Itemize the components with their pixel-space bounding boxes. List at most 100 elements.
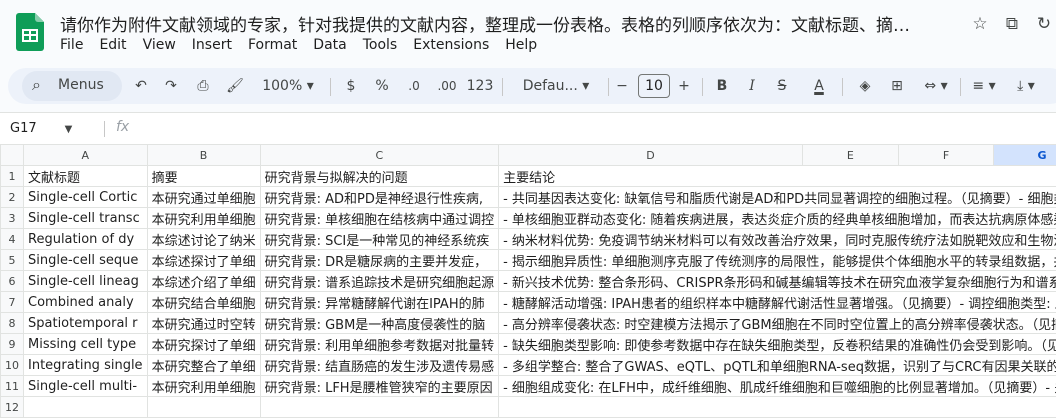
move-folder-icon[interactable]: ⧉ xyxy=(1002,14,1022,34)
grid-cell[interactable]: 本研究通过单细胞 xyxy=(147,187,260,208)
grid-cell[interactable]: 本综述讨论了纳米 xyxy=(147,229,260,250)
grid-cell[interactable]: 本综述介绍了单细 xyxy=(147,271,260,292)
row-header[interactable]: 11 xyxy=(1,376,24,397)
select-all-corner[interactable] xyxy=(1,145,24,166)
formula-input[interactable] xyxy=(140,113,1040,144)
menu-help[interactable]: Help xyxy=(497,37,545,53)
grid-cell[interactable]: 本研究利用单细胞 xyxy=(147,208,260,229)
star-icon[interactable]: ☆ xyxy=(970,14,990,34)
zoom-select[interactable]: 100% ▾ xyxy=(258,68,318,104)
grid-cell[interactable]: - 缺失细胞类型影响: 即使参考数据中存在缺失细胞类型，反卷积结果的准确性仍会受… xyxy=(499,334,1056,355)
grid-cell[interactable] xyxy=(24,397,148,418)
grid-cell[interactable]: 本研究通过时空转 xyxy=(147,313,260,334)
row-header[interactable]: 12 xyxy=(1,397,24,418)
column-header-f[interactable]: F xyxy=(898,145,994,166)
grid-cell[interactable]: Single-cell Cortic xyxy=(24,187,148,208)
row-header[interactable]: 6 xyxy=(1,271,24,292)
column-header-a[interactable]: A xyxy=(24,145,148,166)
paint-format-icon[interactable]: 🖌 xyxy=(224,68,246,104)
grid-cell[interactable]: Missing cell type xyxy=(24,334,148,355)
grid-cell[interactable]: 研究背景: AD和PD是神经退行性疾病, xyxy=(260,187,499,208)
menu-data[interactable]: Data xyxy=(305,37,354,53)
grid-cell[interactable]: - 多组学整合: 整合了GWAS、eQTL、pQTL和单细胞RNA-seq数据，… xyxy=(499,355,1056,376)
grid-cell[interactable]: 主要结论 xyxy=(499,166,1056,187)
grid-cell[interactable]: - 单核细胞亚群动态变化: 随着疾病进展，表达炎症介质的经典单核细胞增加，而表达… xyxy=(499,208,1056,229)
grid-cell[interactable]: - 细胞组成变化: 在LFH中，成纤维细胞、肌成纤维细胞和巨噬细胞的比例显著增加… xyxy=(499,376,1056,397)
row-header[interactable]: 1 xyxy=(1,166,24,187)
increase-decimal-button[interactable]: .00 xyxy=(432,68,462,104)
menu-file[interactable]: File xyxy=(52,37,91,53)
grid-cell[interactable]: - 共同基因表达变化: 缺氧信号和脂质代谢是AD和PD共同显著调控的细胞过程。（… xyxy=(499,187,1056,208)
grid-cell[interactable]: - 糖酵解活动增强: IPAH患者的组织样本中糖酵解代谢活性显著增强。（见摘要）… xyxy=(499,292,1056,313)
column-header-c[interactable]: C xyxy=(260,145,499,166)
grid-cell[interactable]: 本研究探讨了单细 xyxy=(147,334,260,355)
sync-status-icon[interactable]: ↻ xyxy=(1034,14,1054,34)
menu-view[interactable]: View xyxy=(135,37,184,53)
grid-cell[interactable]: - 高分辨率侵袭状态: 时空建模方法揭示了GBM细胞在不同时空位置上的高分辨率侵… xyxy=(499,313,1056,334)
borders-icon[interactable]: ⊞ xyxy=(886,68,908,104)
grid-cell[interactable] xyxy=(147,397,260,418)
merge-cells-icon[interactable]: ⇔ ▾ xyxy=(918,68,954,104)
grid-cell[interactable]: Single-cell multi- xyxy=(24,376,148,397)
font-size-increase-button[interactable]: + xyxy=(676,68,692,104)
strikethrough-icon[interactable]: S xyxy=(772,68,792,104)
redo-icon[interactable]: ↷ xyxy=(160,68,182,104)
grid-cell[interactable]: Integrating single xyxy=(24,355,148,376)
font-select[interactable]: Defau... ▾ xyxy=(514,68,598,104)
undo-icon[interactable]: ↶ xyxy=(130,68,152,104)
font-size-decrease-button[interactable]: − xyxy=(614,68,630,104)
grid-cell[interactable]: 研究背景: 结直肠癌的发生涉及遗传易感 xyxy=(260,355,499,376)
grid-cell[interactable]: 摘要 xyxy=(147,166,260,187)
grid-cell[interactable]: 研究背景: 单核细胞在结核病中通过调控 xyxy=(260,208,499,229)
grid-cell[interactable]: Single-cell transc xyxy=(24,208,148,229)
grid-cell[interactable]: 本研究结合单细胞 xyxy=(147,292,260,313)
font-size-input[interactable]: 10 xyxy=(638,74,670,98)
search-menus-button[interactable]: ⌕ Menus xyxy=(22,71,122,101)
print-icon[interactable]: ⎙ xyxy=(192,68,214,104)
menu-extensions[interactable]: Extensions xyxy=(405,37,497,53)
fill-color-icon[interactable]: ◈ xyxy=(854,68,876,104)
name-box[interactable]: G17▼ xyxy=(10,121,72,136)
column-header-b[interactable]: B xyxy=(147,145,260,166)
grid-cell[interactable]: 研究背景: GBM是一种高度侵袭性的脑 xyxy=(260,313,499,334)
grid-cell[interactable]: - 纳米材料优势: 免疫调节纳米材料可以有效改善治疗效果，同时克服传统疗法如脱靶… xyxy=(499,229,1056,250)
bold-button[interactable]: B xyxy=(712,68,732,104)
grid-cell[interactable]: 本综述探讨了单细 xyxy=(147,250,260,271)
row-header[interactable]: 9 xyxy=(1,334,24,355)
grid-cell[interactable]: 研究背景: SCI是一种常见的神经系统疾 xyxy=(260,229,499,250)
row-header[interactable]: 4 xyxy=(1,229,24,250)
menu-format[interactable]: Format xyxy=(240,37,305,53)
row-header[interactable]: 10 xyxy=(1,355,24,376)
row-header[interactable]: 5 xyxy=(1,250,24,271)
grid-cell[interactable]: 研究背景: 异常糖酵解代谢在IPAH的肺 xyxy=(260,292,499,313)
row-header[interactable]: 3 xyxy=(1,208,24,229)
column-header-g[interactable]: G xyxy=(994,145,1056,166)
text-color-button[interactable]: A xyxy=(808,68,830,104)
italic-icon[interactable]: I xyxy=(742,68,762,104)
grid-cell[interactable]: 本研究整合了单细 xyxy=(147,355,260,376)
menu-tools[interactable]: Tools xyxy=(355,37,406,53)
grid-cell[interactable]: Spatiotemporal r xyxy=(24,313,148,334)
row-header[interactable]: 7 xyxy=(1,292,24,313)
grid-cell[interactable]: 研究背景: 利用单细胞参考数据对批量转 xyxy=(260,334,499,355)
menu-insert[interactable]: Insert xyxy=(184,37,240,53)
row-header[interactable]: 8 xyxy=(1,313,24,334)
grid-cell[interactable]: Single-cell lineag xyxy=(24,271,148,292)
menu-edit[interactable]: Edit xyxy=(91,37,134,53)
grid-cell[interactable]: 研究背景: DR是糖尿病的主要并发症， xyxy=(260,250,499,271)
decrease-decimal-button[interactable]: .0 xyxy=(402,68,426,104)
percent-button[interactable]: % xyxy=(372,68,392,104)
grid-cell[interactable]: 本研究利用单细胞 xyxy=(147,376,260,397)
grid-cell[interactable]: 研究背景: LFH是腰椎管狭窄的主要原因 xyxy=(260,376,499,397)
row-header[interactable]: 2 xyxy=(1,187,24,208)
grid-cell[interactable]: Single-cell seque xyxy=(24,250,148,271)
grid-cell[interactable] xyxy=(260,397,499,418)
number-format-button[interactable]: 123 xyxy=(466,68,494,104)
grid-cell[interactable]: - 新兴技术优势: 整合条形码、CRISPR条形码和碱基编辑等技术在研究血液学复… xyxy=(499,271,1056,292)
grid-cell[interactable]: Regulation of dy xyxy=(24,229,148,250)
column-header-d[interactable]: D xyxy=(499,145,803,166)
grid-cell[interactable]: - 揭示细胞异质性: 单细胞测序克服了传统测序的局限性，能够提供个体细胞水平的转… xyxy=(499,250,1056,271)
grid-cell[interactable]: 文献标题 xyxy=(24,166,148,187)
horizontal-align-icon[interactable]: ≡ ▾ xyxy=(966,68,1002,104)
grid-cell[interactable]: 研究背景与拟解决的问题 xyxy=(260,166,499,187)
